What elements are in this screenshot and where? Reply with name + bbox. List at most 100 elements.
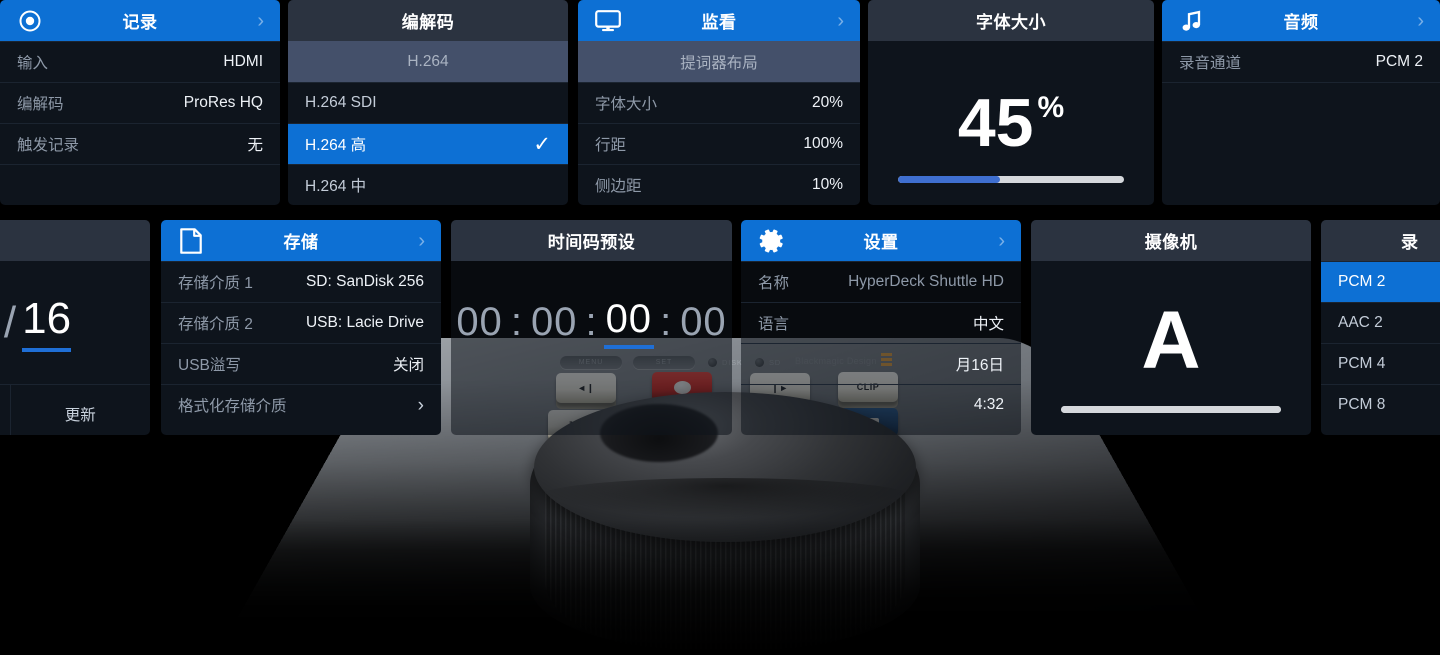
camera-slider-fill <box>1061 406 1281 413</box>
option-label: H.264 SDI <box>305 94 377 111</box>
row-record-input[interactable]: 输入 HDMI <box>0 41 280 82</box>
row-value: USB: Lacie Drive <box>305 314 424 331</box>
row-label: 编解码 <box>17 96 64 113</box>
row-label: 存储介质 2 <box>178 316 253 333</box>
row-storage-format-media[interactable]: 格式化存储介质 › <box>161 384 441 425</box>
row-audio-empty-1 <box>1162 82 1440 123</box>
row-record-codec[interactable]: 编解码 ProRes HQ <box>0 82 280 123</box>
timecode-value-area: 00 : 00 : 00 : 00 <box>451 261 732 384</box>
jog-wheel-shadow <box>534 478 916 518</box>
audio-option-pcm4[interactable]: PCM 4 <box>1321 343 1440 384</box>
row-storage-usb-overflow[interactable]: USB溢写 关闭 <box>161 343 441 384</box>
row-settings-date[interactable]: 月16日 <box>741 343 1021 384</box>
row-label: 存储介质 1 <box>178 275 253 292</box>
font-size-panel-header: 字体大小 <box>868 0 1154 41</box>
codec-panel-header: 编解码 <box>288 0 568 41</box>
row-monitor-side-margin[interactable]: 侧边距 10% <box>578 164 860 205</box>
gear-icon <box>758 228 784 254</box>
row-record-empty <box>0 164 280 205</box>
codec-option-h264-high[interactable]: H.264 高 ✓ <box>288 123 568 164</box>
date-footer-blank <box>0 385 10 435</box>
panel-font-size: 字体大小 45 % <box>868 0 1154 205</box>
timecode-hours[interactable]: 00 <box>454 300 505 345</box>
row-value: 100% <box>803 135 843 152</box>
option-label: AAC 2 <box>1338 314 1383 331</box>
codec-selected-group[interactable]: H.264 <box>288 41 568 82</box>
date-day-segment[interactable]: 16 <box>22 294 72 352</box>
row-label: 格式化存储介质 <box>178 398 287 415</box>
row-audio-record-channel[interactable]: 录音通道 PCM 2 <box>1162 41 1440 82</box>
row-record-trigger[interactable]: 触发记录 无 <box>0 123 280 164</box>
bottom-fade <box>0 520 1440 655</box>
row-audio-empty-2 <box>1162 123 1440 164</box>
storage-panel-header[interactable]: 存储 › <box>161 220 441 261</box>
row-value: 10% <box>811 176 843 193</box>
row-settings-language[interactable]: 语言 中文 <box>741 302 1021 343</box>
screen-root: MENU SET DISK SD Blackmagic Design ◄❙ ❙►… <box>0 0 1440 655</box>
option-label: PCM 8 <box>1338 396 1386 413</box>
row-label: 侧边距 <box>595 178 642 195</box>
audio-channel-list-header: 录 <box>1321 220 1440 261</box>
panel-storage: 存储 › 存储介质 1 SD: SanDisk 256 存储介质 2 USB: … <box>161 220 441 435</box>
row-label: 字体大小 <box>595 96 658 113</box>
font-size-value: 45 % <box>958 89 1064 157</box>
codec-option-h264-sdi[interactable]: H.264 SDI <box>288 82 568 123</box>
date-panel-header: 日期 <box>0 220 150 261</box>
row-value: SD: SanDisk 256 <box>305 273 424 290</box>
row-storage-media-2[interactable]: 存储介质 2 USB: Lacie Drive <box>161 302 441 343</box>
camera-letter-value: A <box>1141 295 1201 386</box>
monitor-panel-header[interactable]: 监看 › <box>578 0 860 41</box>
row-value: 月16日 <box>955 357 1004 374</box>
panel-audio-channel-list: 录 PCM 2 AAC 2 PCM 4 PCM 8 <box>1321 220 1440 435</box>
row-value: ProRes HQ <box>183 94 263 111</box>
camera-slider[interactable] <box>1061 406 1281 413</box>
settings-panel-header[interactable]: 设置 › <box>741 220 1021 261</box>
font-size-slider[interactable] <box>898 176 1124 183</box>
date-panel-title: 日期 <box>0 228 150 253</box>
row-settings-time[interactable]: 4:32 <box>741 384 1021 425</box>
timecode-separator: : <box>585 300 598 344</box>
chevron-right-icon: › <box>837 9 844 32</box>
row-label: 触发记录 <box>17 137 80 154</box>
row-value: PCM 2 <box>1375 53 1423 70</box>
audio-option-pcm2[interactable]: PCM 2 <box>1321 261 1440 302</box>
panel-timecode: 时间码预设 00 : 00 : 00 : 00 <box>451 220 732 435</box>
monitor-icon <box>595 8 621 34</box>
option-label: H.264 中 <box>305 178 367 195</box>
date-update-button[interactable]: 更新 <box>9 385 151 435</box>
panel-audio: 音频 › 录音通道 PCM 2 <box>1162 0 1440 205</box>
row-storage-media-1[interactable]: 存储介质 1 SD: SanDisk 256 <box>161 261 441 302</box>
row-value: 中文 <box>972 316 1004 333</box>
chevron-right-icon: › <box>998 229 1005 252</box>
timecode-minutes[interactable]: 00 <box>529 300 580 345</box>
row-label: USB溢写 <box>178 357 241 374</box>
codec-option-h264-medium[interactable]: H.264 中 <box>288 164 568 205</box>
row-value: 20% <box>811 94 843 111</box>
music-note-icon <box>1179 8 1205 34</box>
option-label: PCM 4 <box>1338 355 1386 372</box>
row-label: 行距 <box>595 137 627 154</box>
date-separator: / <box>3 297 17 347</box>
audio-channel-list-title: 录 <box>1401 233 1419 252</box>
panel-monitor: 监看 › 提词器布局 字体大小 20% 行距 100% 侧边距 10% <box>578 0 860 205</box>
chevron-right-icon: › <box>417 394 424 416</box>
audio-option-pcm8[interactable]: PCM 8 <box>1321 384 1440 425</box>
camera-panel-header: 摄像机 <box>1031 220 1311 261</box>
audio-panel-header[interactable]: 音频 › <box>1162 0 1440 41</box>
record-panel-header[interactable]: 记录 › <box>0 0 280 41</box>
row-monitor-line-spacing[interactable]: 行距 100% <box>578 123 860 164</box>
row-label: 录音通道 <box>1179 55 1242 72</box>
codec-panel-title: 编解码 <box>401 13 455 32</box>
timecode-seconds[interactable]: 00 <box>603 297 655 349</box>
timecode-frames[interactable]: 00 <box>678 300 729 345</box>
panel-record: 记录 › 输入 HDMI 编解码 ProRes HQ 触发记录 无 <box>0 0 280 205</box>
monitor-selected-group[interactable]: 提词器布局 <box>578 41 860 82</box>
row-monitor-font-size[interactable]: 字体大小 20% <box>578 82 860 123</box>
row-label: 语言 <box>758 316 790 333</box>
panel-date: 日期 05 / 16 更新 <box>0 220 150 435</box>
chevron-right-icon: › <box>1417 9 1424 32</box>
font-size-unit: % <box>1037 91 1065 124</box>
timecode-separator: : <box>510 300 523 344</box>
audio-option-aac2[interactable]: AAC 2 <box>1321 302 1440 343</box>
row-settings-name[interactable]: 名称 HyperDeck Shuttle HD <box>741 261 1021 302</box>
